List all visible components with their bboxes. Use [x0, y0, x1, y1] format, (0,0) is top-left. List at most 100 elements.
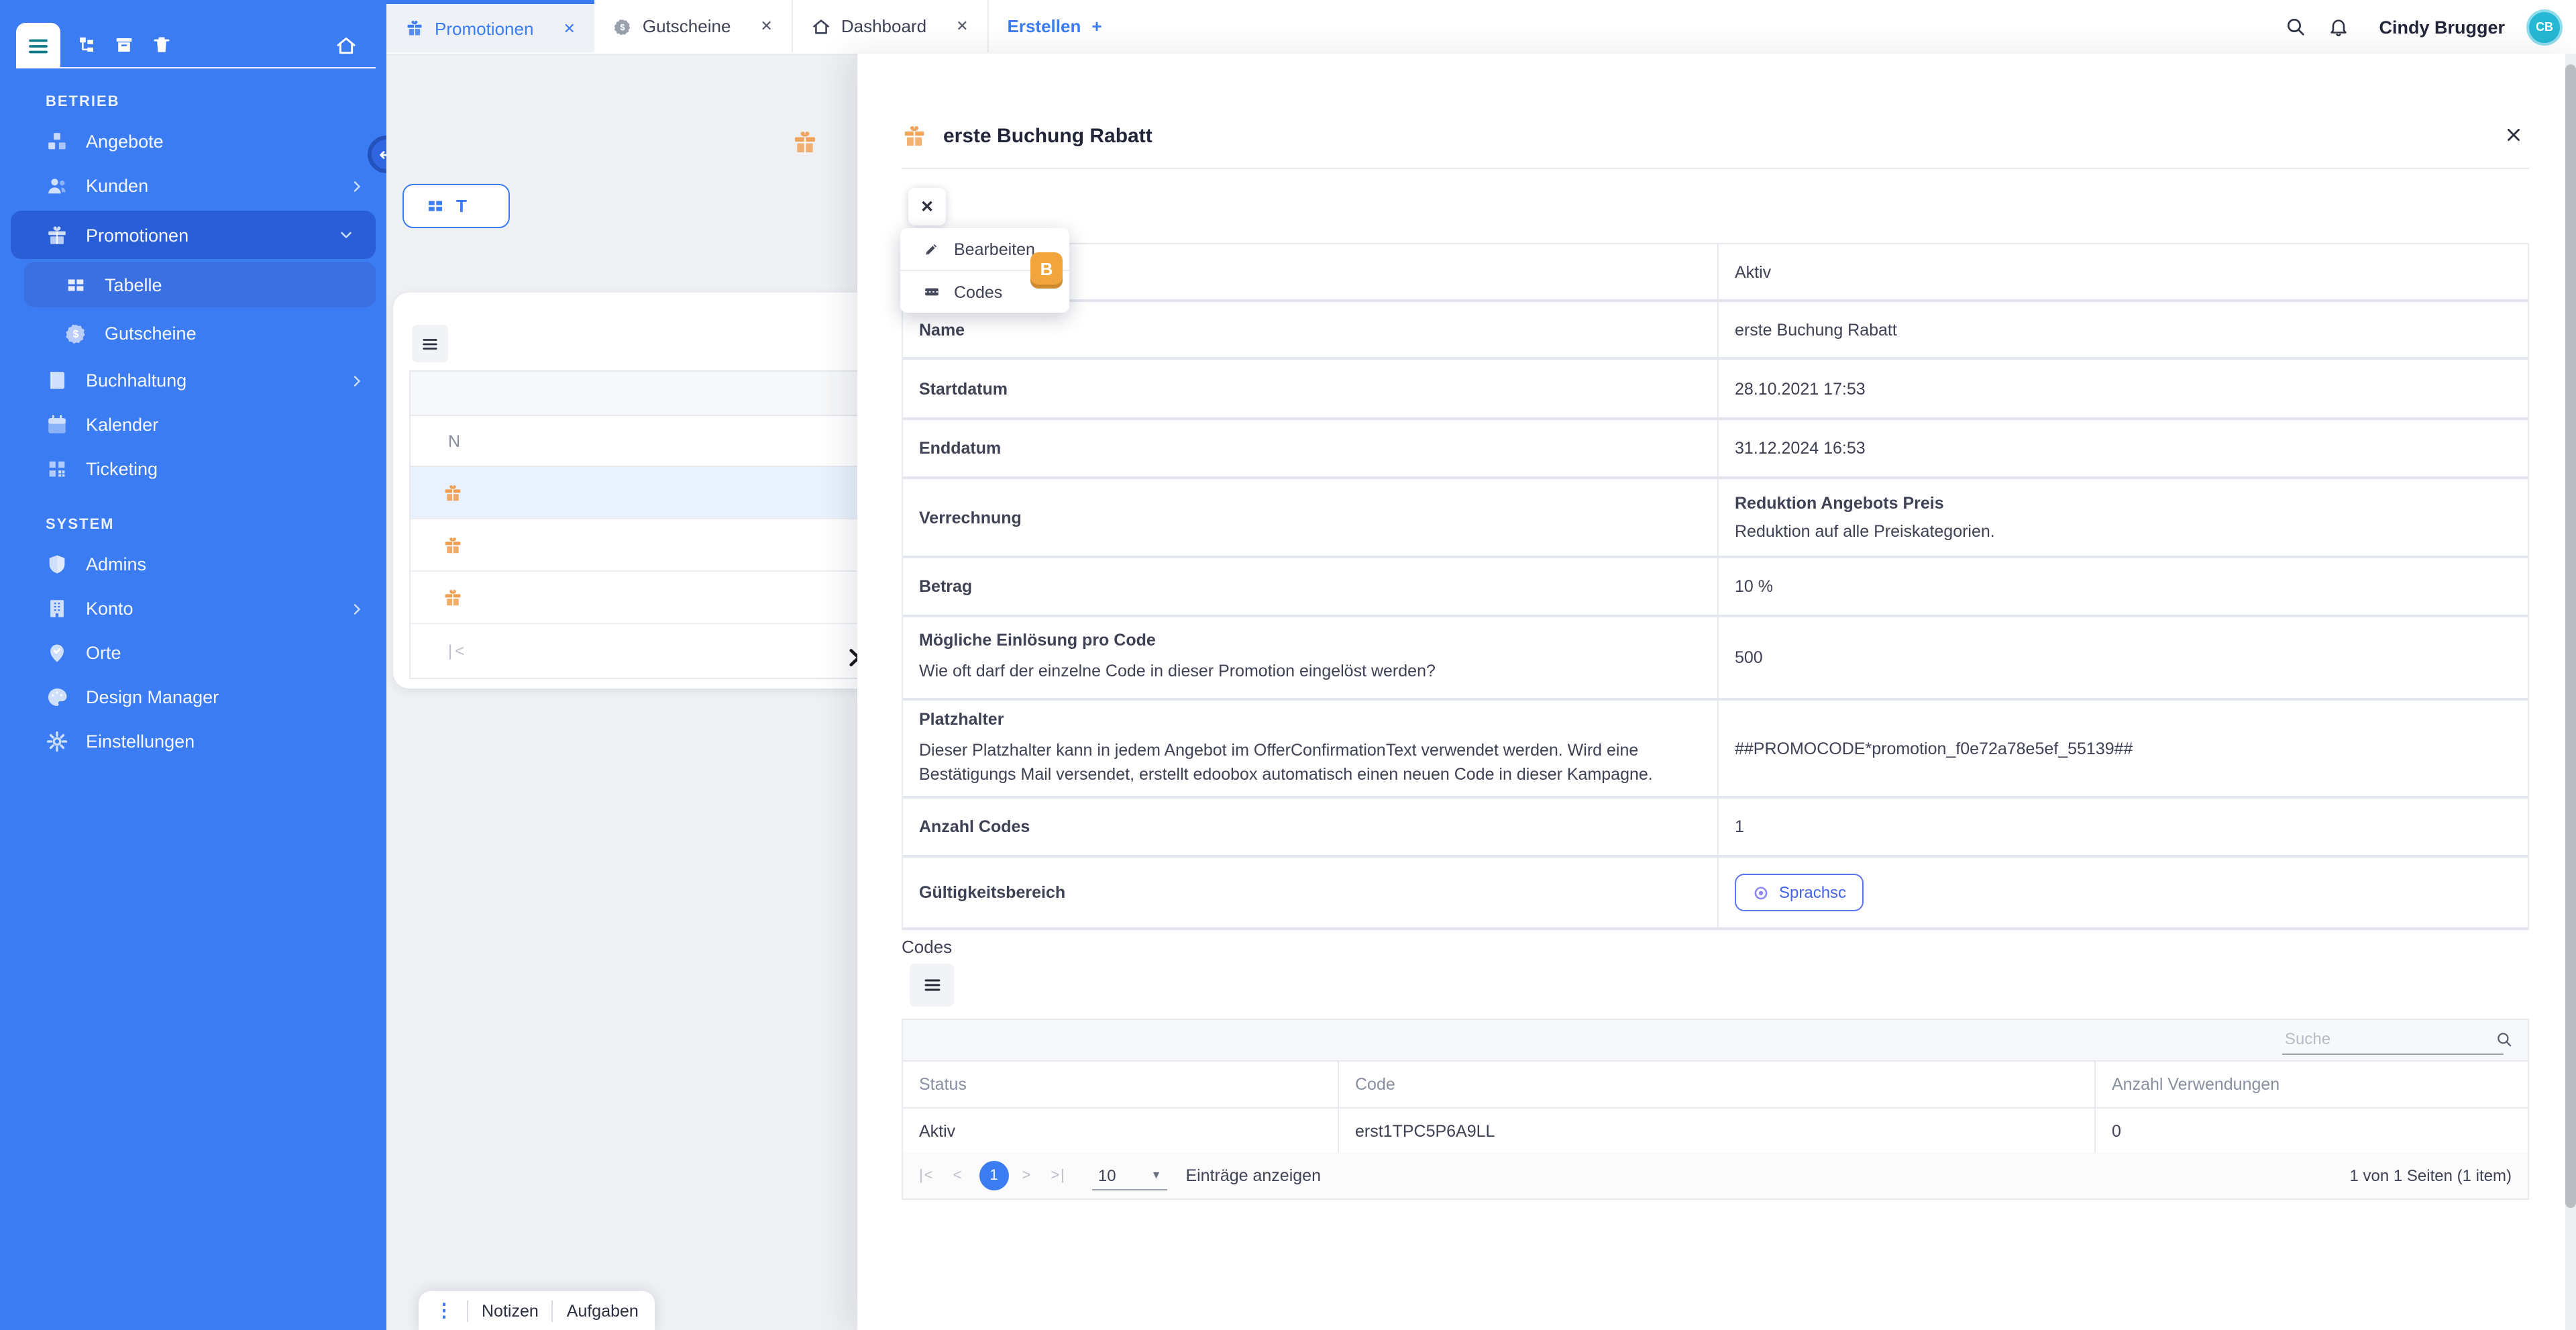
sidebar-item-kalender[interactable]: Kalender [0, 403, 386, 447]
sidebar-item-label: Gutscheine [105, 323, 197, 343]
gift-icon [792, 129, 818, 156]
sidebar-item-admins[interactable]: Admins [0, 542, 386, 586]
codes-table-toolbar [903, 1020, 2528, 1062]
dock-item-notizen[interactable]: Notizen [482, 1301, 539, 1320]
detail-value: erste Buchung Rabatt [1735, 320, 2512, 339]
user-name[interactable]: Cindy Brugger [2379, 17, 2505, 37]
dock-item-aufgaben[interactable]: Aufgaben [567, 1301, 639, 1320]
panel-close-icon[interactable] [2505, 126, 2522, 144]
sidebar-item-angebote[interactable]: Angebote [0, 119, 386, 164]
search-icon[interactable] [2496, 1030, 2513, 1047]
tab-gutscheine[interactable]: $Gutscheine✕ [594, 0, 793, 52]
panel-divider [902, 168, 2529, 169]
sidebar-item-gutscheine[interactable]: $Gutscheine [24, 310, 376, 356]
scrollbar-thumb[interactable] [2565, 64, 2576, 1208]
pagination-first-button[interactable]: |< [919, 1168, 934, 1184]
home-icon[interactable] [335, 35, 357, 56]
detail-row: Verrechnung Reduktion Angebots Preis Reduk… [903, 479, 2528, 558]
gear-icon [46, 730, 68, 753]
pagination-next-button[interactable]: > [1022, 1168, 1032, 1184]
tab-close-icon[interactable]: ✕ [563, 19, 575, 37]
sidebar-item-label: Ticketing [86, 459, 158, 479]
sidebar-item-label: Admins [86, 554, 146, 574]
tab-erstellen[interactable]: Erstellen+ [989, 0, 1121, 52]
sidebar-item-promotionen[interactable]: Promotionen [11, 211, 376, 259]
tabelle-view-button[interactable]: T [402, 184, 510, 228]
sidebar-item-kunden[interactable]: Kunden [0, 164, 386, 208]
detail-value: 500 [1735, 648, 2512, 667]
table-row[interactable] [411, 572, 857, 624]
hamburger-icon [421, 335, 439, 352]
shield-icon [46, 553, 68, 576]
context-menu-close-button[interactable]: ✕ [908, 188, 946, 225]
sidebar-item-label: Angebote [86, 132, 164, 152]
tab-close-icon[interactable]: ✕ [956, 17, 968, 35]
caret-down-icon: ▼ [1151, 1169, 1162, 1181]
sidebar-divider [16, 67, 376, 68]
search-icon[interactable] [2285, 16, 2306, 38]
sidebar: BETRIEBAngeboteKundenPromotionenTabelle$… [0, 0, 386, 1330]
codes-table-row[interactable]: Aktiverst1TPC5P6A9LL0 [903, 1109, 2528, 1153]
topbar: Promotionen✕$Gutscheine✕Dashboard✕Erstel… [386, 0, 2576, 55]
detail-label-description: Wie oft darf der einzelne Code in dieser… [919, 660, 1696, 684]
home-icon [812, 17, 830, 36]
dock-divider [467, 1300, 468, 1321]
page-size-value: 10 [1098, 1166, 1116, 1184]
page-size-select[interactable]: 10 ▼ [1093, 1162, 1167, 1190]
hamburger-icon [922, 976, 941, 994]
sidebar-menu-button[interactable] [16, 23, 60, 68]
avatar-initials: CB [2536, 20, 2553, 34]
pagination-last-button[interactable]: >| [1051, 1168, 1066, 1184]
panel-collapse-chevron-icon[interactable] [844, 647, 857, 668]
table-row[interactable] [411, 467, 857, 519]
detail-value-subtext: Reduktion auf alle Preiskategorien. [1735, 522, 2512, 541]
avatar[interactable]: CB [2526, 9, 2563, 45]
sidebar-item-konto[interactable]: Konto [0, 586, 386, 631]
codes-search-input[interactable] [2282, 1028, 2496, 1050]
detail-label-cell: Betrag [903, 558, 1719, 615]
tab-dashboard[interactable]: Dashboard✕ [793, 0, 989, 52]
bottom-dock: ⋮ Notizen Aufgaben [419, 1291, 655, 1330]
detail-row: PlatzhalterDieser Platzhalter kann in je… [903, 701, 2528, 799]
detail-value: 28.10.2021 17:53 [1735, 379, 2512, 398]
detail-value-cell: 10 % [1719, 558, 2528, 615]
pagination-prev-button[interactable]: < [953, 1168, 963, 1184]
dock-dots-icon[interactable]: ⋮ [435, 1299, 453, 1322]
detail-value-title: Reduktion Angebots Preis [1735, 494, 2512, 513]
tab-promotionen[interactable]: Promotionen✕ [386, 0, 594, 52]
pagination-page-button[interactable]: 1 [979, 1161, 1008, 1190]
archive-icon[interactable] [114, 35, 134, 55]
sidebar-item-buchhaltung[interactable]: Buchhaltung [0, 358, 386, 403]
codes-menu-button[interactable] [910, 964, 954, 1007]
table-toolbar-band [411, 372, 857, 416]
sidebar-item-design-manager[interactable]: Design Manager [0, 675, 386, 719]
detail-row: Nameerste Buchung Rabatt [903, 302, 2528, 360]
sidebar-item-einstellungen[interactable]: Einstellungen [0, 719, 386, 764]
sidebar-item-label: Orte [86, 643, 121, 663]
sidebar-item-orte[interactable]: Orte [0, 631, 386, 675]
codes-table-header-row: StatusCodeAnzahl Verwendungen [903, 1062, 2528, 1109]
sidebar-item-tabelle[interactable]: Tabelle [24, 262, 376, 307]
codes-table: StatusCodeAnzahl Verwendungen Aktiverst1… [902, 1019, 2529, 1200]
sidebar-item-ticketing[interactable]: Ticketing [0, 447, 386, 491]
codes-cell: Aktiv [903, 1109, 1339, 1153]
detail-value: Aktiv [1735, 262, 2512, 281]
detail-value: 10 % [1735, 577, 2512, 596]
chevron-right-icon [349, 601, 365, 617]
detail-label: Platzhalter [919, 710, 1696, 729]
sidebar-item-label: Promotionen [86, 225, 189, 245]
codes-column-header: Status [903, 1062, 1339, 1107]
calendar-icon [46, 413, 68, 436]
tab-bar: Promotionen✕$Gutscheine✕Dashboard✕Erstel… [386, 0, 1121, 54]
detail-label-cell: Startdatum [903, 360, 1719, 417]
trash-icon[interactable] [152, 35, 172, 55]
tab-close-icon[interactable]: ✕ [760, 17, 772, 35]
scrollbar[interactable] [2565, 54, 2576, 1330]
table-menu-button[interactable] [412, 325, 448, 362]
detail-label-cell: Verrechnung [903, 479, 1719, 556]
bell-icon[interactable] [2328, 16, 2349, 38]
tree-icon[interactable] [76, 35, 97, 55]
language-scope-chip[interactable]: Sprachsc [1735, 874, 1864, 911]
table-row[interactable] [411, 519, 857, 572]
sidebar-item-label: Buchhaltung [86, 370, 186, 391]
